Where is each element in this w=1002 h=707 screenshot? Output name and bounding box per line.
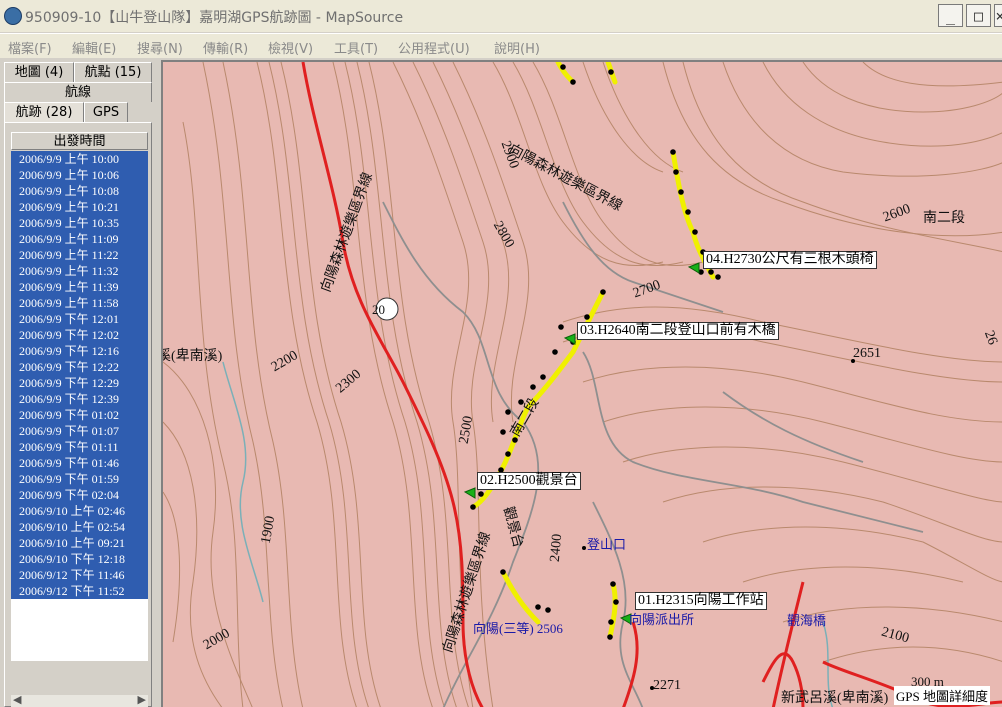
menu-file[interactable]: 檔案(F): [8, 38, 52, 57]
track-row[interactable]: 2006/9/9 下午 02:04: [11, 487, 148, 503]
scroll-left-icon[interactable]: ◀: [13, 693, 21, 706]
tab-maps[interactable]: 地圖 (4): [4, 62, 74, 82]
waypoint-flags: [463, 262, 700, 625]
road-number-label: 20: [372, 302, 385, 317]
menu-search[interactable]: 搜尋(N): [137, 38, 183, 57]
track-row[interactable]: 2006/9/9 下午 01:11: [11, 439, 148, 455]
track-row[interactable]: 2006/9/9 下午 12:39: [11, 391, 148, 407]
waypoint-label-03[interactable]: 03.H2640南二段登山口前有木橋: [577, 322, 779, 340]
track-row[interactable]: 2006/9/9 上午 11:09: [11, 231, 148, 247]
menu-view[interactable]: 檢視(V): [268, 38, 313, 57]
spot-height-2271: 2271: [653, 678, 681, 693]
menu-tools[interactable]: 工具(T): [334, 38, 378, 57]
waypoint-label-04[interactable]: 04.H2730公尺有三根木頭椅: [703, 251, 877, 269]
track-row[interactable]: 2006/9/9 上午 11:22: [11, 247, 148, 263]
track-row[interactable]: 2006/9/9 下午 01:02: [11, 407, 148, 423]
contour-lines: [163, 62, 1002, 707]
track-row[interactable]: 2006/9/9 上午 11:32: [11, 263, 148, 279]
track-row[interactable]: 2006/9/9 下午 01:59: [11, 471, 148, 487]
horizontal-scrollbar[interactable]: ◀ ▶: [11, 693, 148, 707]
track-row[interactable]: 2006/9/9 上午 11:58: [11, 295, 148, 311]
scroll-right-icon[interactable]: ▶: [138, 693, 146, 706]
track-row[interactable]: 2006/9/9 上午 10:06: [11, 167, 148, 183]
spot-heights: [582, 359, 855, 690]
track-row[interactable]: 2006/9/9 上午 10:21: [11, 199, 148, 215]
police-station-label: 向陽派出所: [629, 612, 695, 627]
track-row[interactable]: 2006/9/9 下午 12:16: [11, 343, 148, 359]
track-row[interactable]: 2006/9/9 下午 12:22: [11, 359, 148, 375]
map-view[interactable]: 20 04.H2730公尺有三根木頭椅 03.H2640南二段登山口前有木橋 0…: [161, 60, 1002, 707]
tab-tracks[interactable]: 航跡 (28): [4, 102, 84, 122]
track-row[interactable]: 2006/9/10 上午 02:46: [11, 503, 148, 519]
window-title: 950909-10【山牛登山隊】嘉明湖GPS航跡圖 - MapSource: [25, 10, 404, 26]
route-label-nan2: 南二段: [923, 211, 965, 226]
menu-edit[interactable]: 編輯(E): [72, 38, 116, 57]
tab-gps[interactable]: GPS: [84, 102, 128, 122]
track-row[interactable]: 2006/9/9 下午 12:29: [11, 375, 148, 391]
spot-height-2651: 2651: [853, 346, 881, 361]
track-row[interactable]: 2006/9/10 上午 09:21: [11, 535, 148, 551]
waypoint-label-02[interactable]: 02.H2500觀景台: [477, 472, 581, 490]
menu-utilities[interactable]: 公用程式(U): [398, 38, 470, 57]
menu-help[interactable]: 說明(H): [494, 38, 540, 57]
river-label-north: 溪(卑南溪): [161, 349, 223, 364]
track-row[interactable]: 2006/9/12 下午 11:52: [11, 583, 148, 599]
track-row[interactable]: 2006/9/9 上午 10:00: [11, 151, 148, 167]
track-row[interactable]: 2006/9/9 上午 11:39: [11, 279, 148, 295]
waypoint-label-01[interactable]: 01.H2315向陽工作站: [635, 592, 767, 610]
maximize-button[interactable]: □: [966, 4, 991, 27]
tracks-list[interactable]: 2006/9/9 上午 10:00 2006/9/9 上午 10:06 2006/9…: [11, 151, 148, 661]
menu-transfer[interactable]: 傳輸(R): [203, 38, 248, 57]
track-row[interactable]: 2006/9/9 下午 01:46: [11, 455, 148, 471]
track-row[interactable]: 2006/9/10 下午 12:18: [11, 551, 148, 567]
track-row[interactable]: 2006/9/9 下午 12:02: [11, 327, 148, 343]
contour-label-2400: 2400: [547, 533, 566, 563]
sidebar: 地圖 (4) 航點 (15) 航線 航跡 (28) GPS 出發時間 2006/…: [0, 58, 158, 707]
track-row[interactable]: 2006/9/12 下午 11:46: [11, 567, 148, 583]
track-row[interactable]: 2006/9/9 下午 01:07: [11, 423, 148, 439]
trailhead-label: 登山口: [587, 537, 627, 552]
river-label-south: 新武呂溪(卑南溪): [781, 691, 889, 706]
tab-waypoints[interactable]: 航點 (15): [74, 62, 152, 82]
title-bar: 950909-10【山牛登山隊】嘉明湖GPS航跡圖 - MapSource _ …: [0, 0, 1002, 32]
topographic-map: [163, 62, 1002, 707]
column-header-start-time[interactable]: 出發時間: [11, 132, 148, 150]
minimize-button[interactable]: _: [938, 4, 963, 27]
mapsource-globe-icon: [4, 7, 22, 25]
track-row[interactable]: 2006/9/9 上午 10:08: [11, 183, 148, 199]
track-row[interactable]: 2006/9/10 上午 02:54: [11, 519, 148, 535]
xiangyang-triangulation-label: 向陽(三等) 2506: [473, 621, 563, 636]
track-row[interactable]: 2006/9/9 下午 12:01: [11, 311, 148, 327]
close-button[interactable]: ×: [994, 4, 1002, 27]
map-detail-status: GPS 地圖詳細度: [893, 686, 990, 705]
track-row[interactable]: 2006/9/9 上午 10:35: [11, 215, 148, 231]
tab-routes[interactable]: 航線: [4, 82, 152, 102]
guanhai-bridge-label: 觀海橋: [787, 613, 827, 628]
menu-bar: 檔案(F) 編輯(E) 搜尋(N) 傳輸(R) 檢視(V) 工具(T) 公用程式…: [0, 33, 1002, 58]
